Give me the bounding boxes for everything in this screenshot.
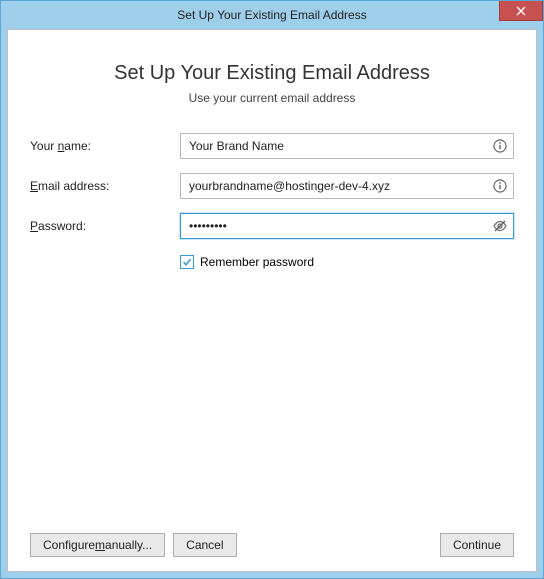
label-name: Your name: xyxy=(30,139,180,153)
spacer xyxy=(30,269,514,525)
continue-button[interactable]: Continue xyxy=(440,533,514,557)
row-password: Password: xyxy=(30,213,514,239)
info-icon[interactable] xyxy=(492,138,508,154)
row-remember: Remember password xyxy=(180,255,514,269)
page-subheading: Use your current email address xyxy=(30,91,514,105)
row-name: Your name: xyxy=(30,133,514,159)
close-icon xyxy=(516,6,526,16)
remember-checkbox[interactable] xyxy=(180,255,194,269)
label-email: Email address: xyxy=(30,179,180,193)
cancel-button[interactable]: Cancel xyxy=(173,533,236,557)
window-title: Set Up Your Existing Email Address xyxy=(1,8,543,22)
page-heading: Set Up Your Existing Email Address xyxy=(30,62,514,85)
configure-manually-button[interactable]: Configure manually... xyxy=(30,533,165,557)
row-email: Email address: xyxy=(30,173,514,199)
client-area: Set Up Your Existing Email Address Use y… xyxy=(7,29,537,572)
field-wrap-name xyxy=(180,133,514,159)
footer: Configure manually... Cancel Continue xyxy=(30,533,514,557)
form: Your name: Email address: xyxy=(30,133,514,269)
label-password: Password: xyxy=(30,219,180,233)
close-button[interactable] xyxy=(499,1,543,21)
checkmark-icon xyxy=(182,257,192,267)
remember-label: Remember password xyxy=(200,255,314,269)
name-input[interactable] xyxy=(180,133,514,159)
eye-off-icon[interactable] xyxy=(492,218,508,234)
window-frame: Set Up Your Existing Email Address Set U… xyxy=(0,0,544,579)
field-wrap-email xyxy=(180,173,514,199)
email-input[interactable] xyxy=(180,173,514,199)
titlebar: Set Up Your Existing Email Address xyxy=(1,1,543,29)
field-wrap-password xyxy=(180,213,514,239)
password-input[interactable] xyxy=(180,213,514,239)
info-icon[interactable] xyxy=(492,178,508,194)
